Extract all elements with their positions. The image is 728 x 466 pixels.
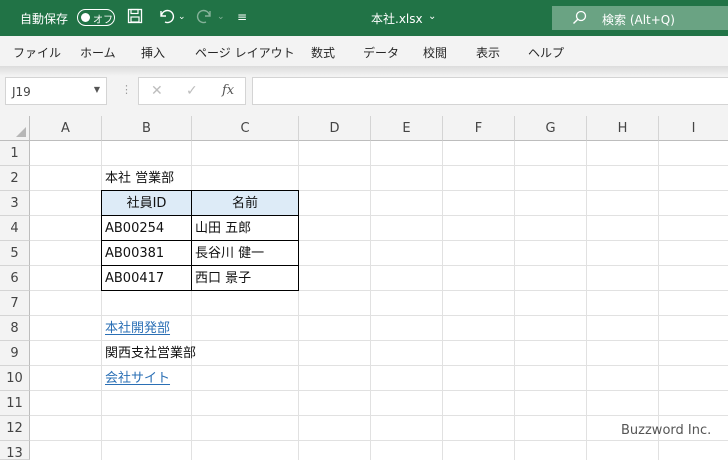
gridline bbox=[30, 415, 728, 416]
tab-data[interactable]: データ bbox=[363, 44, 399, 61]
col-header-i[interactable]: I bbox=[659, 116, 728, 141]
tab-review[interactable]: 校閲 bbox=[423, 44, 447, 61]
row-header-2[interactable]: 2 bbox=[0, 166, 30, 191]
formula-buttons: ✕ ✓ fx bbox=[138, 77, 246, 105]
tab-insert[interactable]: 挿入 bbox=[141, 44, 165, 61]
tab-help[interactable]: ヘルプ bbox=[528, 44, 564, 61]
redo-dropdown-icon[interactable]: ⌄ bbox=[217, 8, 225, 26]
row-header-1[interactable]: 1 bbox=[0, 141, 30, 166]
autosave-state: オフ bbox=[93, 15, 113, 26]
formula-input[interactable] bbox=[252, 77, 728, 105]
redo-icon[interactable] bbox=[196, 8, 214, 28]
search-icon bbox=[572, 10, 587, 29]
cell-b2[interactable]: 本社 営業部 bbox=[102, 166, 222, 191]
undo-icon[interactable] bbox=[157, 8, 175, 28]
tab-file[interactable]: ファイル bbox=[13, 44, 61, 61]
hyperlink-b8[interactable]: 本社開発部 bbox=[102, 316, 202, 341]
gridline bbox=[298, 141, 299, 460]
select-all-triangle bbox=[16, 127, 26, 137]
cell-b3[interactable]: 社員ID bbox=[102, 191, 191, 216]
gridline bbox=[370, 141, 371, 460]
cell-b9[interactable]: 関西支社営業部 bbox=[102, 341, 232, 366]
cell-c3[interactable]: 名前 bbox=[192, 191, 298, 216]
col-header-h[interactable]: H bbox=[587, 116, 659, 141]
customize-qat-icon[interactable]: ≡ bbox=[237, 8, 247, 26]
name-box-value: J19 bbox=[12, 85, 31, 99]
row-header-12[interactable]: 12 bbox=[0, 416, 30, 441]
filename-chevron-icon[interactable]: ⌄ bbox=[428, 11, 436, 22]
insert-function-icon[interactable]: fx bbox=[222, 83, 234, 98]
table-inner-hline bbox=[101, 265, 299, 266]
formula-bar-grip-icon[interactable]: ⋮ bbox=[121, 83, 132, 96]
cell-b6[interactable]: AB00417 bbox=[102, 266, 191, 291]
file-name: 本社.xlsx bbox=[371, 12, 423, 26]
gridline bbox=[442, 141, 443, 460]
autosave-label: 自動保存 bbox=[20, 12, 69, 26]
title-bar: 自動保存 オフ ⌄ ⌄ ≡ 本社.xlsx ⌄ 検索 (Alt+Q) bbox=[0, 0, 728, 36]
gridline bbox=[30, 440, 728, 441]
col-header-e[interactable]: E bbox=[371, 116, 443, 141]
name-box-dropdown-icon[interactable]: ▼ bbox=[94, 85, 100, 94]
search-box[interactable]: 検索 (Alt+Q) bbox=[552, 6, 728, 30]
row-header-11[interactable]: 11 bbox=[0, 391, 30, 416]
ribbon-divider bbox=[0, 66, 728, 76]
gridline bbox=[658, 141, 659, 460]
row-header-4[interactable]: 4 bbox=[0, 216, 30, 241]
col-header-c[interactable]: C bbox=[192, 116, 299, 141]
col-header-f[interactable]: F bbox=[443, 116, 515, 141]
table-inner-hline bbox=[101, 215, 299, 216]
row-header-13[interactable]: 13 bbox=[0, 441, 30, 461]
row-header-8[interactable]: 8 bbox=[0, 316, 30, 341]
tab-home[interactable]: ホーム bbox=[80, 44, 116, 61]
col-header-b[interactable]: B bbox=[102, 116, 192, 141]
cell-b5[interactable]: AB00381 bbox=[102, 241, 191, 266]
watermark: Buzzword Inc. bbox=[621, 423, 712, 438]
toggle-knob bbox=[81, 12, 90, 22]
cancel-icon[interactable]: ✕ bbox=[151, 83, 163, 99]
row-header-10[interactable]: 10 bbox=[0, 366, 30, 391]
search-label: 検索 (Alt+Q) bbox=[602, 13, 675, 27]
row-header-9[interactable]: 9 bbox=[0, 341, 30, 366]
col-header-d[interactable]: D bbox=[299, 116, 371, 141]
row-header-7[interactable]: 7 bbox=[0, 291, 30, 316]
cell-c4[interactable]: 山田 五郎 bbox=[192, 216, 298, 241]
table-inner-hline bbox=[101, 240, 299, 241]
undo-dropdown-icon[interactable]: ⌄ bbox=[178, 8, 186, 26]
cell-c6[interactable]: 西口 景子 bbox=[192, 266, 298, 291]
row-header-6[interactable]: 6 bbox=[0, 266, 30, 291]
row-header-3[interactable]: 3 bbox=[0, 191, 30, 216]
cell-c5[interactable]: 長谷川 健一 bbox=[192, 241, 298, 266]
ribbon-tabs: ファイル ホーム 挿入 ページ レイアウト 数式 データ 校閲 表示 ヘルプ bbox=[0, 36, 728, 66]
row-header-5[interactable]: 5 bbox=[0, 241, 30, 266]
col-header-a[interactable]: A bbox=[30, 116, 102, 141]
autosave-toggle[interactable]: オフ bbox=[77, 9, 115, 26]
enter-icon[interactable]: ✓ bbox=[186, 83, 198, 99]
gridline bbox=[514, 141, 515, 460]
worksheet-grid: A B C D E F G H I 1 2 3 4 5 6 7 8 9 10 1… bbox=[0, 116, 728, 461]
tab-page-layout[interactable]: ページ レイアウト bbox=[195, 44, 295, 61]
cell-b4[interactable]: AB00254 bbox=[102, 216, 191, 241]
gridline bbox=[586, 141, 587, 460]
name-box[interactable]: J19 ▼ bbox=[5, 77, 107, 105]
select-all-button[interactable] bbox=[0, 116, 30, 141]
formula-bar: J19 ▼ ⋮ ✕ ✓ fx bbox=[0, 66, 728, 116]
hyperlink-b10[interactable]: 会社サイト bbox=[102, 366, 202, 391]
save-icon[interactable] bbox=[127, 8, 143, 28]
tab-formulas[interactable]: 数式 bbox=[311, 44, 335, 61]
tab-view[interactable]: 表示 bbox=[476, 44, 500, 61]
col-header-g[interactable]: G bbox=[515, 116, 587, 141]
